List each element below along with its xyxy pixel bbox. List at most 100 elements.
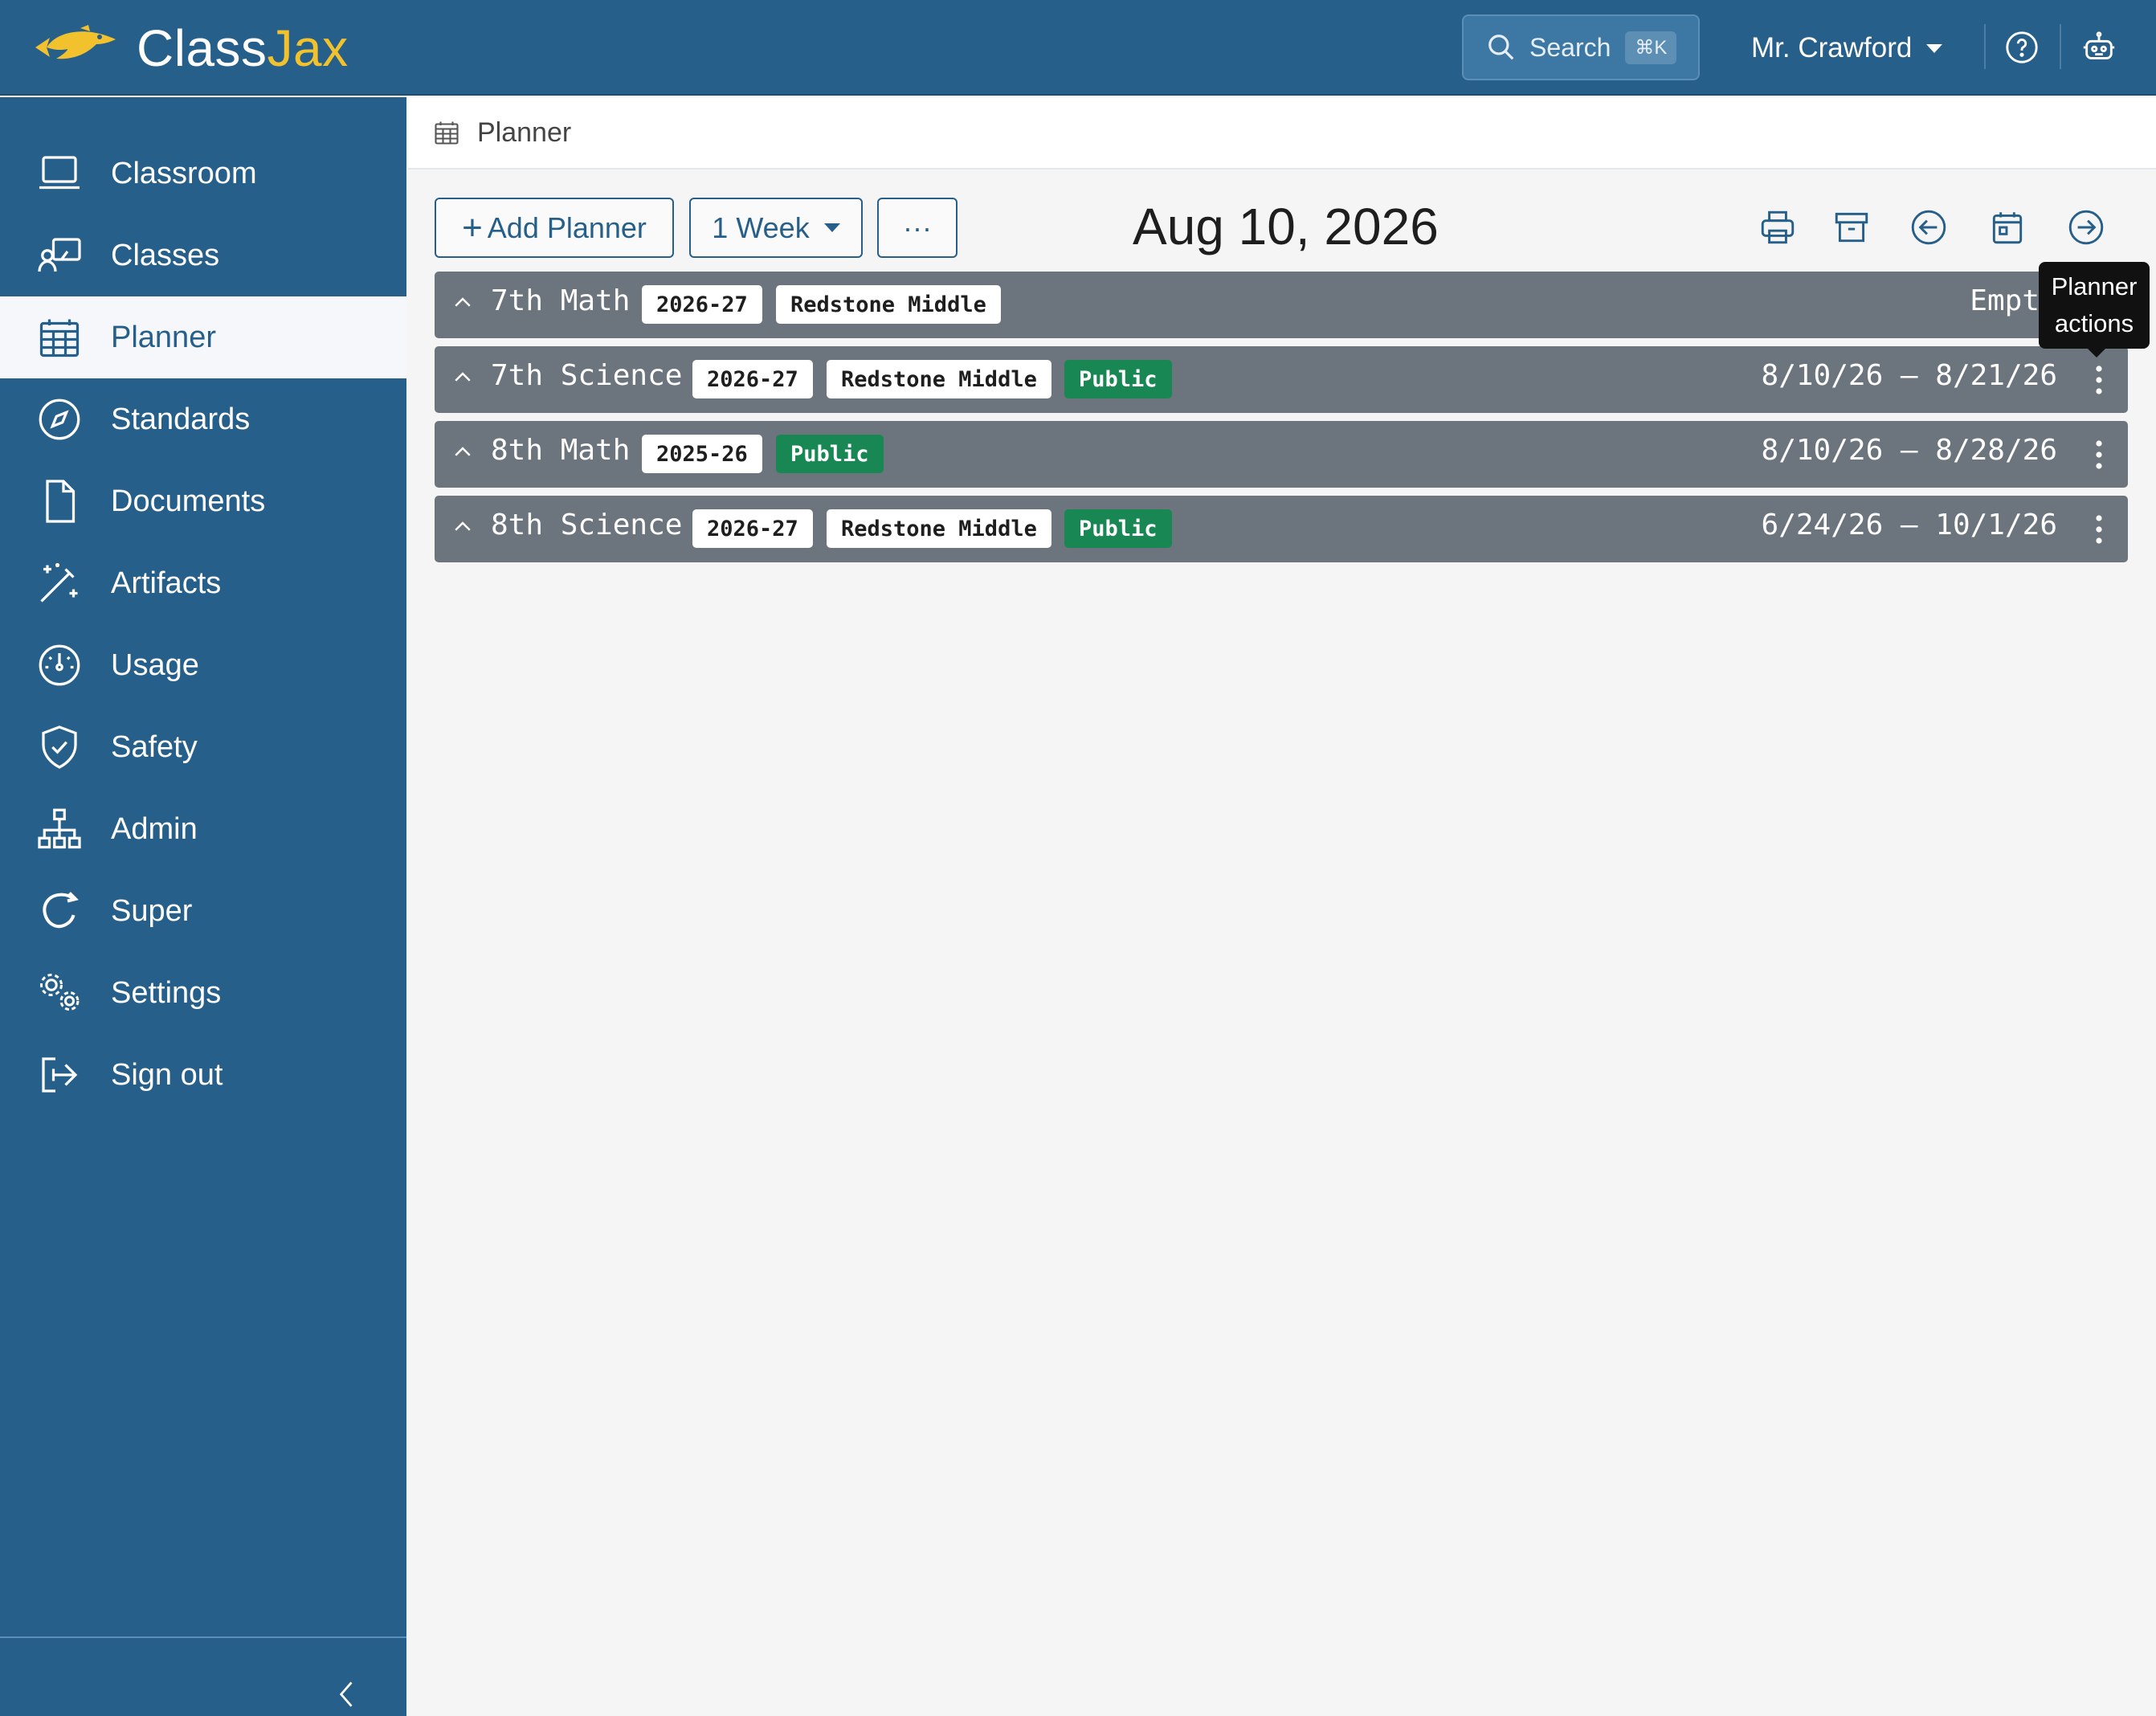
user-menu-dropdown[interactable]: Mr. Crawford [1751, 24, 1943, 72]
chevron-up-icon[interactable] [451, 366, 475, 390]
range-select-label: 1 Week [712, 210, 810, 244]
tooltip-line: actions [2054, 309, 2134, 337]
sidebar-item-label: Sign out [111, 1057, 223, 1092]
sidebar-item-documents[interactable]: Documents [0, 460, 406, 542]
next-arrow-icon[interactable] [2066, 207, 2106, 247]
chevron-down-icon [823, 223, 840, 232]
year-badge: 2025-26 [642, 435, 762, 473]
calendar-today-icon[interactable] [1987, 207, 2027, 247]
sidebar-item-settings[interactable]: Settings [0, 952, 406, 1034]
compass-icon [39, 398, 80, 440]
planner-date-range: 6/24/26 – 10/1/26 [1761, 509, 2057, 541]
gears-icon [40, 974, 80, 1011]
sidebar-item-label: Standards [111, 402, 251, 436]
planner-row[interactable]: 7th Math 2026-27 Redstone Middle Empt [435, 272, 2128, 338]
sidebar-item-label: Artifacts [111, 566, 222, 600]
brand-name: ClassJax [137, 19, 349, 77]
sidebar-item-usage[interactable]: Usage [0, 624, 406, 706]
search-icon [1488, 35, 1514, 60]
planner-name: 8th Science [491, 509, 683, 541]
fish-logo-icon [35, 25, 116, 59]
planner-row[interactable]: 7th Science 2026-27 Redstone Middle Publ… [435, 346, 2128, 413]
archive-icon[interactable] [1831, 207, 1872, 247]
sidebar-item-classroom[interactable]: Classroom [0, 133, 406, 214]
calendar-icon [435, 121, 459, 145]
brand[interactable]: ClassJax [32, 19, 349, 77]
breadcrumb: Planner [408, 97, 2156, 170]
kebab-menu-icon[interactable] [2094, 364, 2104, 396]
sidebar: Classroom Classes Planner Standards Docu… [0, 97, 406, 1716]
sidebar-item-label: Admin [111, 811, 198, 846]
sidebar-item-label: Super [111, 893, 193, 928]
page-title: Planner [477, 116, 572, 148]
robot-icon[interactable] [2080, 29, 2117, 66]
user-name: Mr. Crawford [1751, 32, 1913, 63]
planner-name: 7th Science [491, 359, 683, 392]
shield-check-icon [42, 725, 77, 769]
range-select-dropdown[interactable]: 1 Week [689, 198, 863, 258]
planner-name: 7th Math [491, 284, 631, 317]
sidebar-item-admin[interactable]: Admin [0, 788, 406, 870]
add-planner-button[interactable]: + Add Planner [435, 198, 674, 258]
planner-date-range: 8/10/26 – 8/28/26 [1761, 434, 2057, 467]
search-button[interactable]: Search ⌘K [1462, 14, 1700, 80]
divider [0, 1636, 406, 1638]
speedometer-icon [39, 644, 80, 686]
sidebar-item-label: Classes [111, 238, 220, 272]
search-shortcut: ⌘K [1625, 31, 1677, 64]
sidebar-item-label: Usage [111, 648, 199, 682]
planner-date-range: Empt [1970, 284, 2040, 317]
sidebar-item-sign-out[interactable]: Sign out [0, 1034, 406, 1116]
planner-date-range: 8/10/26 – 8/21/26 [1761, 359, 2057, 392]
public-badge: Public [1064, 509, 1172, 548]
plus-icon: + [462, 207, 483, 247]
ellipsis-icon: ··· [903, 210, 932, 244]
more-options-button[interactable]: ··· [877, 198, 958, 258]
sidebar-item-label: Documents [111, 484, 266, 518]
sidebar-item-label: Classroom [111, 156, 257, 190]
add-planner-label: Add Planner [487, 210, 647, 244]
planner-name: 8th Math [491, 434, 631, 467]
school-badge: Redstone Middle [827, 360, 1051, 398]
kebab-menu-icon[interactable] [2094, 513, 2104, 545]
public-badge: Public [776, 435, 884, 473]
sidebar-item-label: Settings [111, 975, 222, 1010]
tooltip-arrow [2087, 348, 2106, 358]
planner-row[interactable]: 8th Science 2026-27 Redstone Middle Publ… [435, 496, 2128, 562]
divider [1984, 24, 1986, 69]
top-navbar: ClassJax Search ⌘K Mr. Crawford [0, 0, 2156, 96]
calendar-icon [39, 319, 80, 358]
sidebar-item-artifacts[interactable]: Artifacts [0, 542, 406, 624]
current-date-title: Aug 10, 2026 [1133, 198, 1439, 255]
sidebar-item-classes[interactable]: Classes [0, 214, 406, 296]
chevron-up-icon[interactable] [451, 291, 475, 315]
school-badge: Redstone Middle [827, 509, 1051, 548]
chevron-down-icon [1926, 43, 1943, 53]
chevron-up-icon[interactable] [451, 515, 475, 539]
presentation-icon [38, 238, 81, 272]
collapse-sidebar-icon[interactable] [329, 1670, 365, 1716]
sidebar-item-label: Safety [111, 729, 198, 764]
school-badge: Redstone Middle [776, 285, 1001, 324]
public-badge: Public [1064, 360, 1172, 398]
chevron-up-icon[interactable] [451, 440, 475, 464]
sidebar-item-standards[interactable]: Standards [0, 378, 406, 460]
sidebar-item-safety[interactable]: Safety [0, 706, 406, 788]
year-badge: 2026-27 [692, 360, 813, 398]
year-badge: 2026-27 [642, 285, 762, 324]
planner-row[interactable]: 8th Math 2025-26 Public 8/10/26 – 8/28/2… [435, 421, 2128, 488]
search-label: Search [1529, 32, 1611, 62]
tooltip-line: Planner [2051, 272, 2138, 300]
prev-arrow-icon[interactable] [1909, 207, 1949, 247]
laptop-icon [39, 156, 80, 190]
org-chart-icon [38, 808, 81, 849]
help-icon[interactable] [2003, 29, 2040, 66]
printer-icon[interactable] [1758, 207, 1798, 247]
super-icon [43, 892, 79, 929]
sidebar-item-planner[interactable]: Planner [0, 296, 406, 378]
kebab-menu-icon[interactable] [2094, 439, 2104, 471]
file-icon [46, 480, 76, 523]
sign-out-icon [42, 1057, 78, 1093]
year-badge: 2026-27 [692, 509, 813, 548]
sidebar-item-super[interactable]: Super [0, 870, 406, 952]
